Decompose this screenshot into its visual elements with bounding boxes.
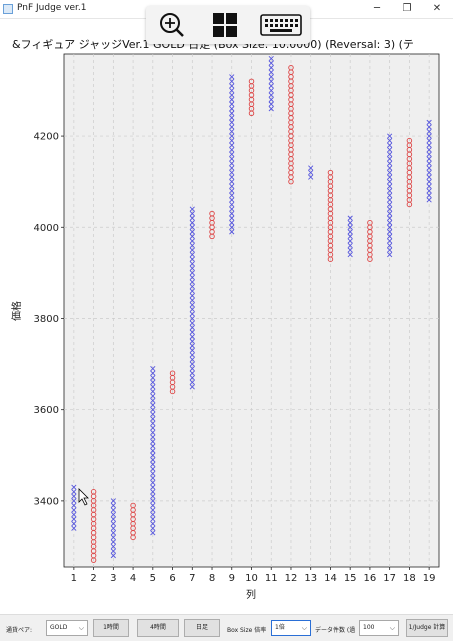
box-size-label: Box Size 倍率: [227, 627, 267, 634]
x-tick-label: 18: [403, 573, 416, 584]
x-tick-label: 8: [209, 573, 215, 584]
x-tick-label: 17: [383, 573, 396, 584]
y-tick-label: 3800: [34, 314, 59, 325]
judge-calc-button[interactable]: 1/Judge 計算: [406, 619, 448, 637]
floating-toolbar: [146, 6, 310, 44]
timeframe-1h-button[interactable]: 1時間: [93, 619, 129, 637]
x-tick-label: 10: [245, 573, 258, 584]
keyboard-icon[interactable]: [258, 10, 302, 40]
x-axis: 1 2 3 4 5 6 7 8 9 10 11 12 13 14 15 16 17 18 19: [71, 567, 436, 584]
data-count-select[interactable]: 100 ⌵: [359, 620, 399, 636]
x-tick-label: 15: [344, 573, 357, 584]
y-tick-label: 3400: [34, 496, 59, 507]
y-tick-label: 4200: [34, 132, 59, 143]
windows-logo-icon[interactable]: [206, 10, 246, 40]
timeframe-4h-button[interactable]: 4時間: [137, 619, 179, 637]
zoom-in-icon[interactable]: [152, 10, 192, 40]
box-size-select-value: 1倍: [275, 624, 285, 631]
control-bar: 通貨ペア: GOLD ⌵ 1時間 4時間 日足 Box Size 倍率 1倍 ⌵…: [0, 614, 453, 641]
data-count-select-value: 100: [363, 624, 375, 631]
y-tick-label: 4000: [34, 223, 59, 234]
chevron-down-icon: ⌵: [78, 624, 84, 632]
x-tick-label: 12: [285, 573, 298, 584]
pair-label: 通貨ペア:: [6, 627, 33, 634]
x-tick-label: 4: [130, 573, 136, 584]
timeframe-daily-button[interactable]: 日足: [184, 619, 220, 637]
x-tick-label: 7: [189, 573, 195, 584]
chevron-down-icon: ⌵: [389, 624, 395, 632]
x-tick-label: 16: [364, 573, 377, 584]
x-tick-label: 14: [324, 573, 337, 584]
box-size-select[interactable]: 1倍 ⌵: [271, 620, 311, 636]
pnf-chart: 1 2 3 4 5 6 7 8 9 10 11 12 13 14 15 16 17 18 19 3400360038…: [10, 53, 440, 601]
y-axis-label: 価格: [10, 301, 23, 321]
x-axis-label: 列: [246, 588, 256, 601]
x-tick-label: 9: [229, 573, 235, 584]
x-tick-label: 2: [90, 573, 96, 584]
x-tick-label: 13: [304, 573, 317, 584]
x-tick-label: 5: [150, 573, 156, 584]
y-axis: 3400 3600 3800 4000 4200: [34, 132, 64, 507]
plot-area: [63, 53, 440, 568]
chevron-down-icon: ⌵: [301, 624, 307, 632]
x-tick-label: 3: [110, 573, 116, 584]
x-tick-label: 19: [423, 573, 436, 584]
pair-select-value: GOLD: [50, 624, 68, 631]
x-tick-label: 6: [169, 573, 175, 584]
x-tick-label: 11: [265, 573, 278, 584]
x-tick-label: 1: [71, 573, 77, 584]
pair-select[interactable]: GOLD ⌵: [46, 620, 88, 636]
data-count-label: データ件数 (過: [315, 627, 356, 634]
y-tick-label: 3600: [34, 405, 59, 416]
